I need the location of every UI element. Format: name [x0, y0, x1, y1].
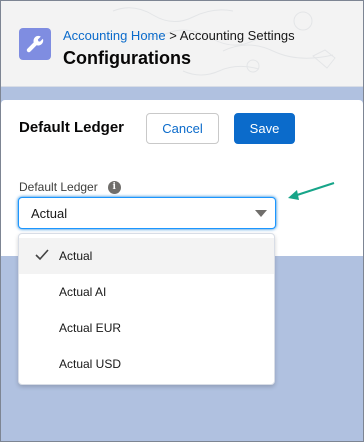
header-pattern [112, 7, 336, 76]
card-title: Default Ledger [19, 119, 125, 136]
cancel-button[interactable]: Cancel [146, 113, 219, 144]
page-title: Configurations [63, 48, 191, 68]
option-label: Actual USD [59, 357, 122, 371]
combobox-value: Actual [31, 205, 68, 221]
annotation-arrow-icon [288, 182, 335, 200]
option-label: Actual AI [59, 285, 107, 299]
option-actual-ai[interactable]: Actual AI [19, 274, 274, 310]
default-ledger-field-label: Default Ledger i [19, 180, 121, 194]
breadcrumb-link-accounting-home[interactable]: Accounting Home [63, 28, 166, 43]
wrench-icon [19, 28, 51, 60]
info-icon[interactable]: i [107, 180, 121, 194]
option-actual[interactable]: Actual [19, 238, 274, 274]
check-icon [35, 249, 49, 261]
default-ledger-combobox[interactable]: Actual [18, 197, 276, 229]
page-header: Accounting Home > Accounting Settings Co… [1, 1, 363, 87]
chevron-down-icon[interactable] [255, 210, 267, 217]
breadcrumb-separator: > [169, 28, 177, 43]
ledger-options-listbox: Actual Actual AI Actual EUR Actual USD [18, 233, 275, 385]
save-button[interactable]: Save [234, 113, 295, 144]
option-actual-eur[interactable]: Actual EUR [19, 310, 274, 346]
option-actual-usd[interactable]: Actual USD [19, 346, 274, 382]
breadcrumb-current: Accounting Settings [179, 28, 295, 43]
field-label-text: Default Ledger [19, 180, 98, 194]
option-label: Actual [59, 249, 93, 263]
option-label: Actual EUR [59, 321, 122, 335]
breadcrumb: Accounting Home > Accounting Settings [63, 28, 295, 44]
